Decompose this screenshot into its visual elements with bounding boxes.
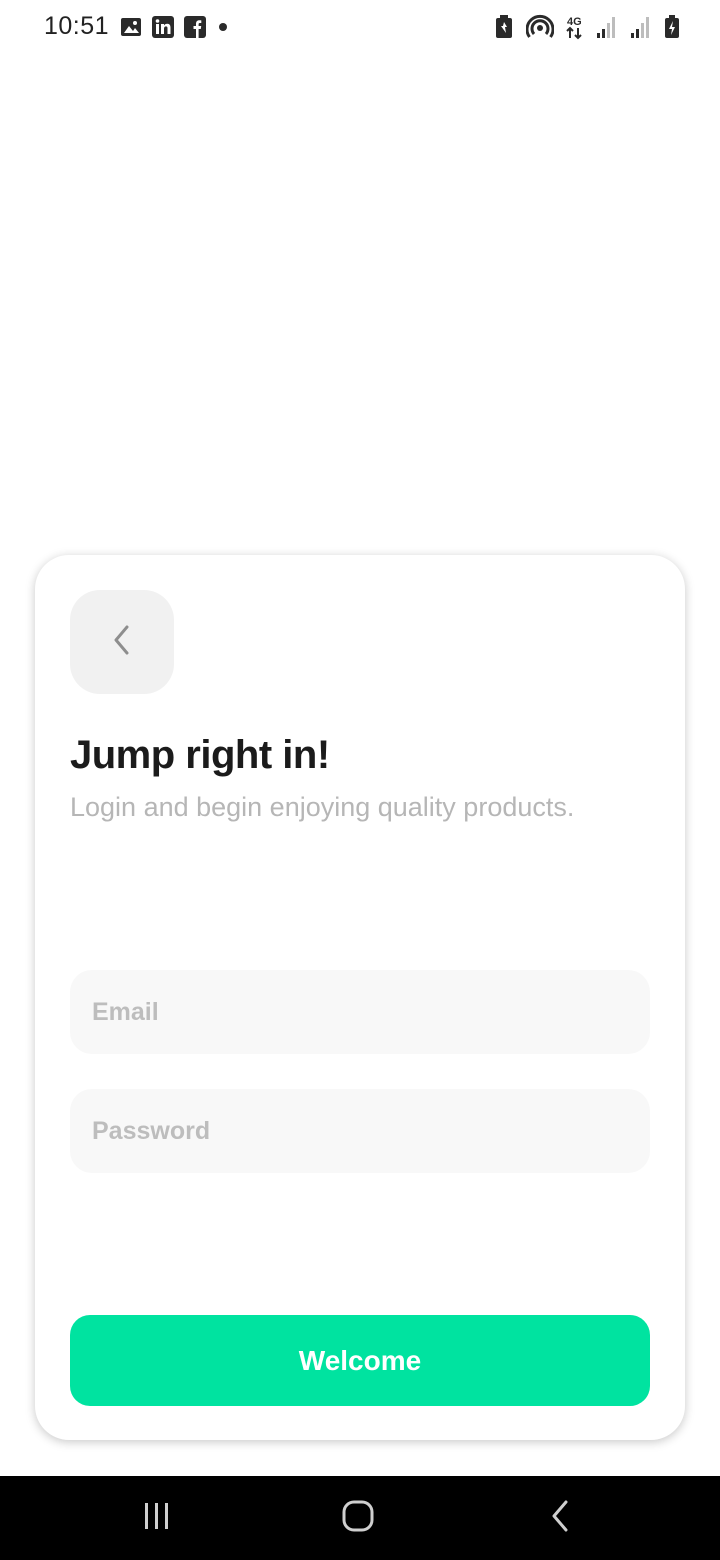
status-bar: 10:51 4G (0, 0, 720, 56)
signal-icon (630, 15, 652, 39)
back-icon (544, 1498, 576, 1539)
facebook-icon (184, 16, 206, 38)
recents-button[interactable] (137, 1498, 177, 1538)
navigation-bar (0, 1476, 720, 1560)
network-4g-icon: 4G (566, 14, 584, 40)
dot-icon (216, 16, 238, 38)
system-icons: 4G (494, 14, 680, 40)
welcome-button[interactable]: Welcome (70, 1315, 650, 1406)
notification-icons (120, 16, 238, 38)
nav-back-button[interactable] (540, 1498, 580, 1538)
linkedin-icon (152, 16, 174, 38)
battery-saver-icon (494, 14, 514, 40)
login-screen: 10:51 4G Jump right in! Login and begin … (0, 0, 720, 1560)
password-field[interactable] (70, 1089, 650, 1173)
hotspot-icon (526, 14, 554, 40)
gallery-icon (120, 16, 142, 38)
battery-charging-icon (664, 14, 680, 40)
svg-text:4G: 4G (567, 16, 582, 28)
back-button[interactable] (70, 590, 174, 694)
email-field[interactable] (70, 970, 650, 1054)
home-button[interactable] (338, 1498, 378, 1538)
login-card: Jump right in! Login and begin enjoying … (35, 555, 685, 1440)
home-icon (340, 1498, 376, 1539)
status-time: 10:51 (44, 12, 110, 40)
signal-icon (596, 15, 618, 39)
chevron-left-icon (110, 623, 134, 662)
recents-icon (141, 1500, 173, 1537)
page-subtitle: Login and begin enjoying quality product… (70, 792, 575, 822)
page-title: Jump right in! (70, 733, 330, 777)
